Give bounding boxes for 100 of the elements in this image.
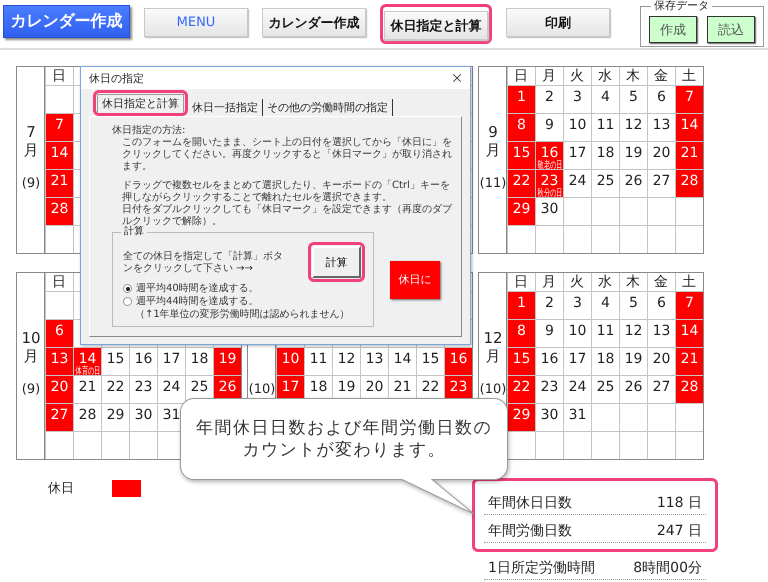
calendar-cell[interactable]: 12 xyxy=(620,114,647,141)
calendar-cell[interactable]: 7 xyxy=(676,86,703,113)
calendar-cell[interactable]: 15 xyxy=(508,348,535,375)
calendar-cell[interactable]: 21 xyxy=(676,142,703,169)
calendar-cell[interactable]: 10 xyxy=(564,320,591,347)
calendar-cell[interactable]: 6 xyxy=(46,320,73,347)
calendar-cell[interactable]: 7 xyxy=(676,292,703,319)
dialog-tab[interactable]: その他の労働時間の指定 xyxy=(263,99,393,116)
calendar-cell[interactable]: 22 xyxy=(102,376,129,403)
calendar-cell[interactable]: 17 xyxy=(158,348,185,375)
calendar-cell[interactable]: 4 xyxy=(592,86,619,113)
calendar-cell[interactable]: 10 xyxy=(564,114,591,141)
calendar-cell[interactable]: 13 xyxy=(648,320,675,347)
calendar-cell[interactable]: 15 xyxy=(417,348,444,375)
calendar-cell[interactable]: 11 xyxy=(305,348,332,375)
calendar-cell[interactable]: 9 xyxy=(536,320,563,347)
calendar-cell[interactable]: 14 xyxy=(389,348,416,375)
calendar-cell[interactable]: 26 xyxy=(620,170,647,197)
calendar-cell[interactable]: 16 xyxy=(445,348,472,375)
calendar-cell[interactable]: 22 xyxy=(508,376,535,403)
calendar-cell[interactable]: 15 xyxy=(508,142,535,169)
toolbar-button[interactable]: 休日指定と計算 xyxy=(384,11,488,40)
calendar-cell[interactable]: 18 xyxy=(592,142,619,169)
toolbar-button[interactable]: カレンダー作成 xyxy=(3,5,130,38)
calendar-cell[interactable]: 11 xyxy=(592,114,619,141)
calendar-cell[interactable]: 6 xyxy=(648,292,675,319)
calendar-cell[interactable]: 13 xyxy=(648,114,675,141)
calendar-cell[interactable]: 7 xyxy=(46,114,73,141)
calendar-cell[interactable]: 5 xyxy=(620,86,647,113)
calendar-cell[interactable]: 27 xyxy=(648,170,675,197)
calendar-cell[interactable]: 29 xyxy=(102,404,129,431)
calendar-cell[interactable]: 24 xyxy=(158,376,185,403)
calendar-cell[interactable]: 30 xyxy=(536,198,563,225)
calculate-button[interactable]: 計算 xyxy=(312,246,361,278)
calendar-cell[interactable]: 2 xyxy=(536,86,563,113)
calendar-cell[interactable]: 12 xyxy=(620,320,647,347)
save-data-button[interactable]: 読込 xyxy=(707,16,755,43)
calendar-cell[interactable]: 30 xyxy=(130,404,157,431)
dialog-tab[interactable]: 休日一括指定 xyxy=(188,99,263,116)
calendar-cell[interactable]: 25 xyxy=(592,170,619,197)
save-data-button[interactable]: 作成 xyxy=(649,16,697,43)
calendar-cell[interactable]: 27 xyxy=(648,376,675,403)
calendar-cell[interactable]: 2 xyxy=(536,292,563,319)
calendar-cell[interactable]: 21 xyxy=(74,376,101,403)
calendar-cell[interactable]: 28 xyxy=(676,170,703,197)
set-holiday-button[interactable]: 休日に xyxy=(390,260,440,298)
calendar-cell[interactable]: 29 xyxy=(508,404,535,431)
calendar-cell[interactable]: 14 xyxy=(46,142,73,169)
calendar-cell[interactable]: 9 xyxy=(536,114,563,141)
calendar-cell[interactable]: 12 xyxy=(333,348,360,375)
toolbar-button[interactable]: MENU xyxy=(144,8,248,37)
calendar-cell[interactable]: 26 xyxy=(620,376,647,403)
calendar-cell[interactable]: 25 xyxy=(592,376,619,403)
calendar-cell[interactable]: 10 xyxy=(277,348,304,375)
radio-option[interactable]: 週平均40時間を達成する。 xyxy=(123,282,365,295)
calendar-cell[interactable]: 24 xyxy=(564,170,591,197)
calendar-cell[interactable]: 8 xyxy=(508,320,535,347)
calendar-cell[interactable]: 22 xyxy=(508,170,535,197)
calendar-cell[interactable]: 1 xyxy=(508,292,535,319)
calendar-cell[interactable]: 19 xyxy=(620,348,647,375)
calendar-cell[interactable]: 4 xyxy=(592,292,619,319)
calendar-cell[interactable]: 3 xyxy=(564,86,591,113)
calendar-cell[interactable]: 1 xyxy=(508,86,535,113)
calendar-cell[interactable]: 3 xyxy=(564,292,591,319)
calendar-cell[interactable]: 19 xyxy=(214,348,241,375)
calendar-cell[interactable]: 18 xyxy=(592,348,619,375)
calendar-cell[interactable]: 18 xyxy=(186,348,213,375)
calendar-cell[interactable]: 17 xyxy=(564,348,591,375)
calendar-cell[interactable]: 20 xyxy=(648,348,675,375)
calendar-cell[interactable]: 13 xyxy=(46,348,73,375)
dialog-tab[interactable]: 休日指定と計算 xyxy=(97,94,184,112)
calendar-cell[interactable]: 6 xyxy=(648,86,675,113)
calendar-cell[interactable]: 30 xyxy=(536,404,563,431)
calendar-cell[interactable]: 20 xyxy=(648,142,675,169)
radio-option[interactable]: 週平均44時間を達成する。 xyxy=(123,295,365,308)
close-icon[interactable] xyxy=(450,71,464,85)
calendar-cell[interactable]: 5 xyxy=(620,292,647,319)
calendar-cell[interactable]: 14 xyxy=(676,320,703,347)
calendar-cell[interactable]: 27 xyxy=(46,404,73,431)
toolbar-button[interactable]: カレンダー作成 xyxy=(262,8,366,37)
calendar-cell[interactable]: 29 xyxy=(508,198,535,225)
calendar-cell[interactable]: 21 xyxy=(676,348,703,375)
calendar-cell[interactable]: 21 xyxy=(46,170,73,197)
calendar-cell[interactable]: 28 xyxy=(46,198,73,225)
calendar-cell[interactable]: 24 xyxy=(564,376,591,403)
calendar-cell[interactable]: 19 xyxy=(620,142,647,169)
calendar-cell[interactable]: 17 xyxy=(564,142,591,169)
calendar-cell[interactable]: 20 xyxy=(46,376,73,403)
calendar-cell[interactable]: 28 xyxy=(676,376,703,403)
calendar-cell[interactable]: 16 xyxy=(130,348,157,375)
calendar-cell[interactable]: 23 xyxy=(130,376,157,403)
calendar-cell[interactable]: 8 xyxy=(508,114,535,141)
calendar-cell[interactable]: 16 xyxy=(536,348,563,375)
toolbar-button[interactable]: 印刷 xyxy=(506,8,610,37)
calendar-cell[interactable]: 31 xyxy=(564,404,591,431)
calendar-cell[interactable]: 15 xyxy=(102,348,129,375)
calendar-cell[interactable]: 28 xyxy=(74,404,101,431)
calendar-cell[interactable]: 11 xyxy=(592,320,619,347)
calendar-cell[interactable]: 14 xyxy=(676,114,703,141)
calendar-cell[interactable]: 13 xyxy=(361,348,388,375)
